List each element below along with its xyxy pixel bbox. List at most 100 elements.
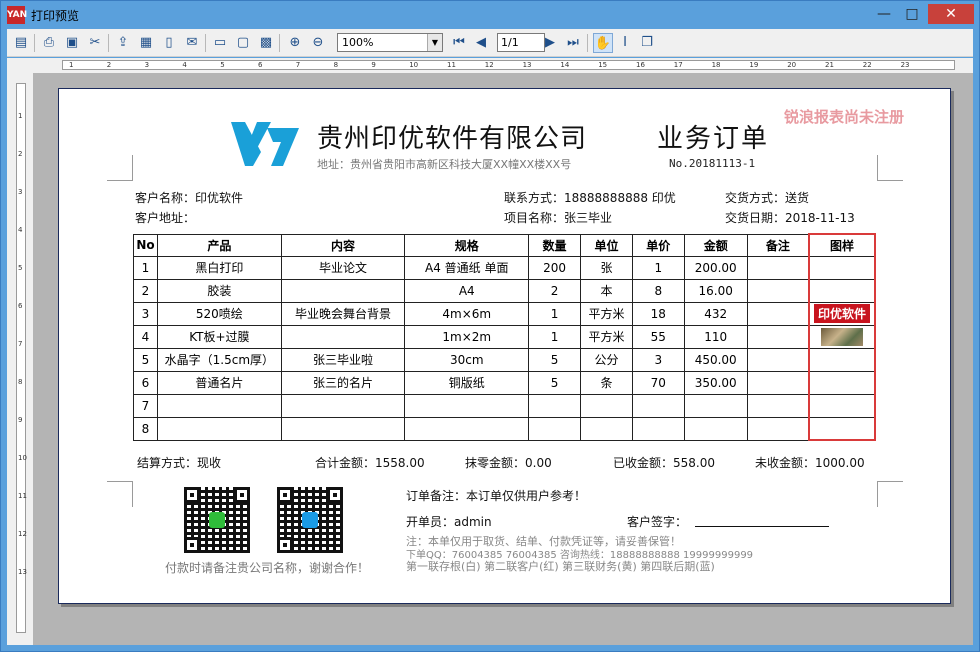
table-cell: 张三毕业啦 bbox=[280, 347, 406, 372]
table-cell bbox=[746, 416, 810, 441]
table-cell: 1 bbox=[528, 324, 582, 349]
table-cell: 平方米 bbox=[580, 324, 633, 349]
table-cell: 1 bbox=[133, 255, 158, 280]
ruler-number: 5 bbox=[220, 61, 225, 69]
table-cell: 5 bbox=[528, 347, 582, 372]
print-icon[interactable]: ⎙ bbox=[39, 33, 59, 53]
table-cell: 4 bbox=[133, 324, 158, 349]
pdf-icon[interactable]: ▯ bbox=[159, 33, 179, 53]
table-cell: 18 bbox=[631, 301, 685, 326]
table-cell: 普通名片 bbox=[156, 370, 282, 395]
page-icon[interactable]: ▢ bbox=[233, 33, 253, 53]
unregistered-watermark: 锐浪报表尚未注册 bbox=[784, 108, 905, 126]
table-cell: 本 bbox=[580, 278, 633, 303]
table-cell: 水晶字（1.5cm厚） bbox=[156, 347, 282, 372]
table-cell: 200.00 bbox=[683, 255, 748, 280]
excel-icon[interactable]: ▦ bbox=[136, 33, 156, 53]
table-cell: 张 bbox=[580, 255, 633, 280]
last-page-icon[interactable]: ⏭ bbox=[563, 33, 583, 53]
table-cell: 1 bbox=[528, 301, 582, 326]
column-header: 单价 bbox=[631, 233, 685, 257]
table-row: 5 水晶字（1.5cm厚） 张三毕业啦 30cm 5 公分 3 450.00 bbox=[133, 347, 876, 372]
column-header: 产品 bbox=[156, 233, 282, 257]
prev-page-icon[interactable]: ◀ bbox=[471, 33, 491, 53]
ruler-number: 3 bbox=[144, 61, 150, 69]
text-cursor-icon[interactable]: Ⅰ bbox=[615, 33, 635, 53]
table-cell bbox=[746, 278, 810, 303]
table-cell: 5 bbox=[528, 370, 582, 395]
table-cell bbox=[746, 393, 810, 418]
project-name: 项目名称：张三毕业 bbox=[504, 211, 613, 225]
table-cell bbox=[631, 393, 685, 418]
ruler-number: 4 bbox=[18, 226, 23, 234]
footer-copies: 第一联存根(白) 第二联客户(红) 第三联财务(黄) 第四联后期(蓝) bbox=[406, 560, 715, 573]
sample-thumbnail bbox=[821, 327, 863, 346]
qr-caption: 付款时请备注贵公司名称，谢谢合作！ bbox=[165, 561, 370, 575]
sample-badge: 印优软件 bbox=[813, 304, 870, 323]
first-page-icon[interactable]: ⏮ bbox=[449, 33, 469, 53]
table-cell bbox=[808, 347, 876, 372]
table-cell: 30cm bbox=[404, 347, 530, 372]
settlement-method: 结算方式：现收 bbox=[137, 456, 222, 470]
table-cell: 1 bbox=[631, 255, 685, 280]
close-button[interactable]: ✕ bbox=[928, 4, 974, 24]
customer-address: 客户地址： bbox=[135, 211, 196, 225]
ruler-number: 17 bbox=[673, 61, 683, 69]
table-cell bbox=[580, 416, 633, 441]
copy-icon[interactable]: ❐ bbox=[637, 33, 657, 53]
vertical-ruler: 1 2 3 4 5 6 7 8 9 10 11 12 13 bbox=[7, 73, 33, 645]
table-cell: 2 bbox=[528, 278, 582, 303]
delivery-date: 交货日期：2018-11-13 bbox=[725, 211, 855, 225]
contents-icon[interactable]: ▤ bbox=[11, 33, 31, 53]
ruler-number: 16 bbox=[636, 61, 645, 69]
mail-icon[interactable]: ✉ bbox=[182, 33, 202, 53]
table-cell bbox=[280, 416, 406, 441]
table-cell bbox=[808, 416, 876, 441]
order-note: 订单备注：本订单仅供用户参考！ bbox=[406, 489, 587, 503]
table-cell bbox=[404, 416, 530, 441]
table-cell: 4m×6m bbox=[404, 301, 530, 326]
maximize-button[interactable]: □ bbox=[898, 4, 926, 24]
ruler-number: 2 bbox=[18, 150, 23, 158]
unreceived-amount: 未收金额：1000.00 bbox=[755, 456, 865, 470]
table-cell: 条 bbox=[580, 370, 633, 395]
table-cell: 黑白打印 bbox=[156, 255, 282, 280]
table-row: 3 520喷绘 毕业晚会舞台背景 4m×6m 1 平方米 18 432 印优软件 bbox=[133, 301, 876, 326]
hand-icon[interactable]: ✋ bbox=[593, 33, 613, 53]
column-header: 图样 bbox=[808, 233, 876, 257]
zoom-value: 100% bbox=[342, 36, 374, 49]
ruler-number: 10 bbox=[18, 454, 27, 462]
table-cell bbox=[280, 393, 406, 418]
book-icon[interactable]: ▣ bbox=[62, 33, 82, 53]
table-cell bbox=[746, 370, 810, 395]
zoom-in-icon[interactable]: ⊕ bbox=[285, 33, 305, 53]
zoom-out-icon[interactable]: ⊖ bbox=[308, 33, 328, 53]
ruler-number: 9 bbox=[18, 416, 23, 424]
page-input[interactable]: 1/1 bbox=[497, 33, 545, 52]
table-cell bbox=[746, 255, 810, 280]
zoom-select[interactable]: 100% ▼ bbox=[337, 33, 443, 52]
chevron-down-icon[interactable]: ▼ bbox=[427, 34, 442, 51]
table-cell: 5 bbox=[133, 347, 158, 372]
total-amount: 合计金额：1558.00 bbox=[315, 456, 425, 470]
table-cell: 7 bbox=[133, 393, 158, 418]
table-cell bbox=[683, 393, 748, 418]
grid-icon[interactable]: ▩ bbox=[256, 33, 276, 53]
ruler-number: 13 bbox=[18, 568, 27, 576]
minimize-button[interactable]: — bbox=[870, 4, 898, 24]
company-logo bbox=[231, 122, 299, 166]
table-cell bbox=[808, 393, 876, 418]
table-cell bbox=[808, 370, 876, 395]
toolbar: ▤ ⎙ ▣ ✂ ⇪ ▦ ▯ ✉ ▭ ▢ ▩ ⊕ ⊖ 100% ▼ ⏮ ◀ 1/1… bbox=[7, 29, 973, 57]
table-cell bbox=[746, 324, 810, 349]
ruler-number: 6 bbox=[258, 61, 263, 69]
ruler-number: 13 bbox=[522, 61, 532, 69]
tools-icon[interactable]: ✂ bbox=[85, 33, 105, 53]
preview-canvas[interactable]: 锐浪报表尚未注册 贵州印优软件有限公司 业务订单 地址：贵州省贵阳市高新区科技大… bbox=[33, 73, 973, 645]
order-number: No.20181113-1 bbox=[669, 157, 756, 170]
next-page-icon[interactable]: ▶ bbox=[540, 33, 560, 53]
layout-icon[interactable]: ▭ bbox=[210, 33, 230, 53]
table-row: 6 普通名片 张三的名片 铜版纸 5 条 70 350.00 bbox=[133, 370, 876, 395]
export-icon[interactable]: ⇪ bbox=[113, 33, 133, 53]
ruler-number: 1 bbox=[69, 61, 74, 69]
